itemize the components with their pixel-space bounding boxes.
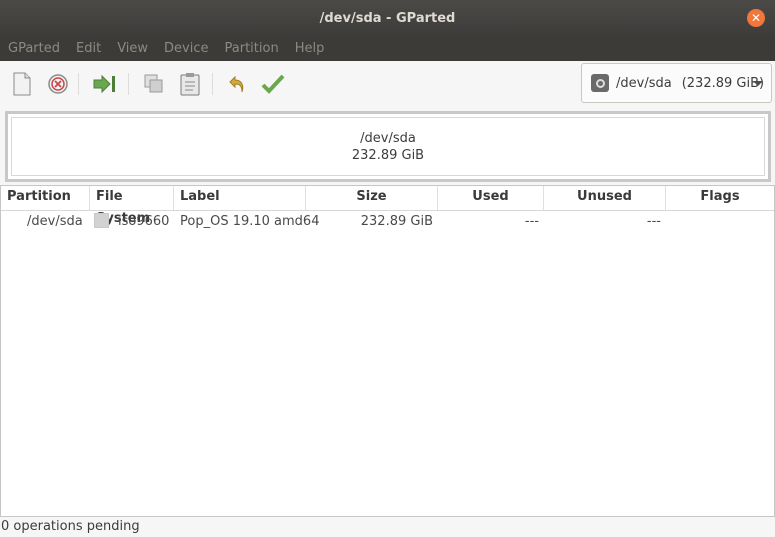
delete-partition-button[interactable] [45, 71, 71, 97]
column-used[interactable]: Used [438, 186, 544, 210]
disk-icon [591, 74, 609, 92]
cell-used: --- [524, 214, 539, 229]
cell-unused: --- [646, 214, 661, 229]
new-partition-button[interactable] [9, 71, 35, 97]
menu-gparted[interactable]: GParted [0, 41, 68, 56]
close-button[interactable]: ✕ [747, 9, 765, 27]
column-file-system[interactable]: File System [90, 186, 174, 226]
menu-edit[interactable]: Edit [68, 41, 109, 56]
partition-table: Partition File System Label Size Used Un… [0, 185, 775, 517]
device-selector[interactable]: /dev/sda (232.89 GiB) [581, 63, 772, 103]
cell-size: 232.89 GiB [360, 214, 433, 229]
apply-button[interactable] [260, 71, 286, 97]
chevron-down-icon [753, 81, 763, 86]
device-size: (232.89 GiB) [681, 75, 765, 91]
cell-label: Pop_OS 19.10 amd64 [180, 214, 320, 229]
undo-icon [229, 75, 244, 93]
status-text: 0 operations pending [1, 519, 140, 534]
column-size[interactable]: Size [306, 186, 438, 210]
disk-map-size: 232.89 GiB [351, 147, 425, 163]
copy-button[interactable] [141, 71, 167, 97]
cell-partition: /dev/sda [27, 214, 83, 229]
resize-move-button[interactable] [92, 71, 118, 97]
toolbar-separator [128, 73, 129, 95]
cell-flags [666, 213, 766, 231]
column-flags[interactable]: Flags [666, 186, 774, 210]
paste-icon [180, 73, 200, 96]
window-title: /dev/sda - GParted [319, 10, 456, 26]
menu-help[interactable]: Help [287, 41, 333, 56]
toolbar-separator [212, 73, 213, 95]
menu-partition[interactable]: Partition [217, 41, 287, 56]
toolbar-separator [78, 73, 79, 95]
new-icon [13, 72, 31, 96]
close-icon: ✕ [750, 11, 762, 25]
table-header: Partition File System Label Size Used Un… [1, 186, 774, 226]
apply-icon [261, 74, 285, 94]
title-bar: /dev/sda - GParted ✕ [0, 0, 775, 36]
column-unused[interactable]: Unused [544, 186, 666, 210]
menu-bar: GParted Edit View Device Partition Help [0, 36, 775, 61]
disk-map-name: /dev/sda [360, 130, 416, 146]
delete-icon [48, 74, 68, 94]
device-name: /dev/sda [616, 75, 672, 91]
resize-move-icon [93, 74, 115, 94]
column-partition[interactable]: Partition [1, 186, 90, 210]
copy-icon [144, 74, 163, 93]
filesystem-color-swatch [94, 213, 109, 228]
undo-button[interactable] [225, 71, 251, 97]
cell-file-system: iso9660 [118, 214, 170, 229]
disk-map[interactable]: /dev/sda 232.89 GiB [5, 111, 771, 182]
column-label[interactable]: Label [174, 186, 306, 210]
menu-view[interactable]: View [109, 41, 156, 56]
status-bar: 0 operations pending [0, 517, 775, 537]
paste-button[interactable] [177, 71, 203, 97]
menu-device[interactable]: Device [156, 41, 216, 56]
